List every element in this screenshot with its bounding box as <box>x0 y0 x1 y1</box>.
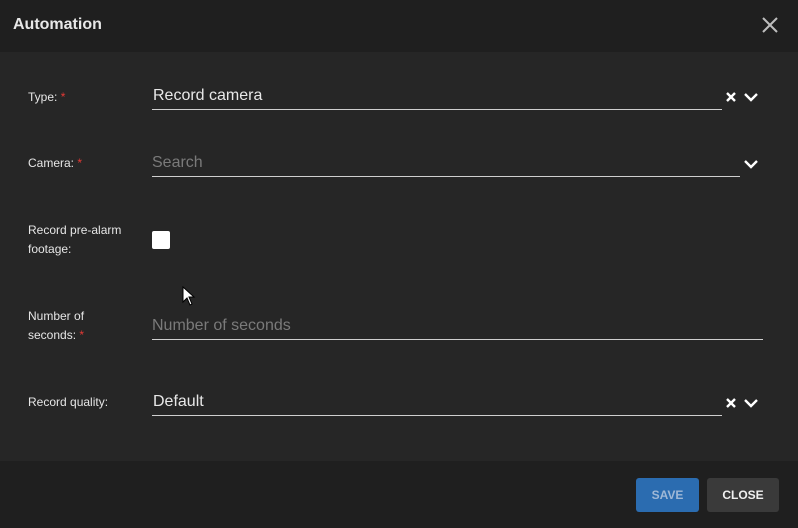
chevron-down-icon[interactable] <box>743 89 759 105</box>
automation-dialog: Automation Type: * Record camera Camera:… <box>0 0 798 528</box>
camera-search-input[interactable]: Search <box>152 152 740 177</box>
camera-label: Camera: * <box>28 156 83 170</box>
chevron-down-icon[interactable] <box>743 395 759 411</box>
camera-search-placeholder: Search <box>152 154 203 171</box>
mouse-cursor-icon <box>182 285 196 306</box>
close-icon[interactable] <box>760 15 780 35</box>
type-select-value: Record camera <box>153 87 263 104</box>
seconds-field[interactable]: Number of seconds <box>152 315 763 340</box>
seconds-placeholder: Number of seconds <box>152 317 291 334</box>
seconds-label: Number of seconds: * <box>28 309 85 342</box>
chevron-down-icon[interactable] <box>743 156 759 172</box>
dialog-footer: SAVE CLOSE <box>0 461 798 528</box>
type-select[interactable]: Record camera <box>152 85 722 110</box>
pre-alarm-label: Record pre-alarm footage: <box>28 223 122 256</box>
required-mark: * <box>77 156 83 170</box>
dialog-title: Automation <box>13 16 102 33</box>
clear-icon[interactable] <box>723 89 739 105</box>
quality-select-value: Default <box>153 393 204 410</box>
quality-label: Record quality: <box>28 395 109 409</box>
dialog-header: Automation <box>0 0 798 52</box>
close-button[interactable]: CLOSE <box>707 478 779 512</box>
clear-icon[interactable] <box>723 395 739 411</box>
pre-alarm-checkbox[interactable] <box>152 231 170 249</box>
required-mark: * <box>60 90 66 104</box>
quality-select[interactable]: Default <box>152 391 722 416</box>
required-mark: * <box>79 328 85 342</box>
save-button[interactable]: SAVE <box>636 478 699 512</box>
type-label: Type: * <box>28 90 66 104</box>
